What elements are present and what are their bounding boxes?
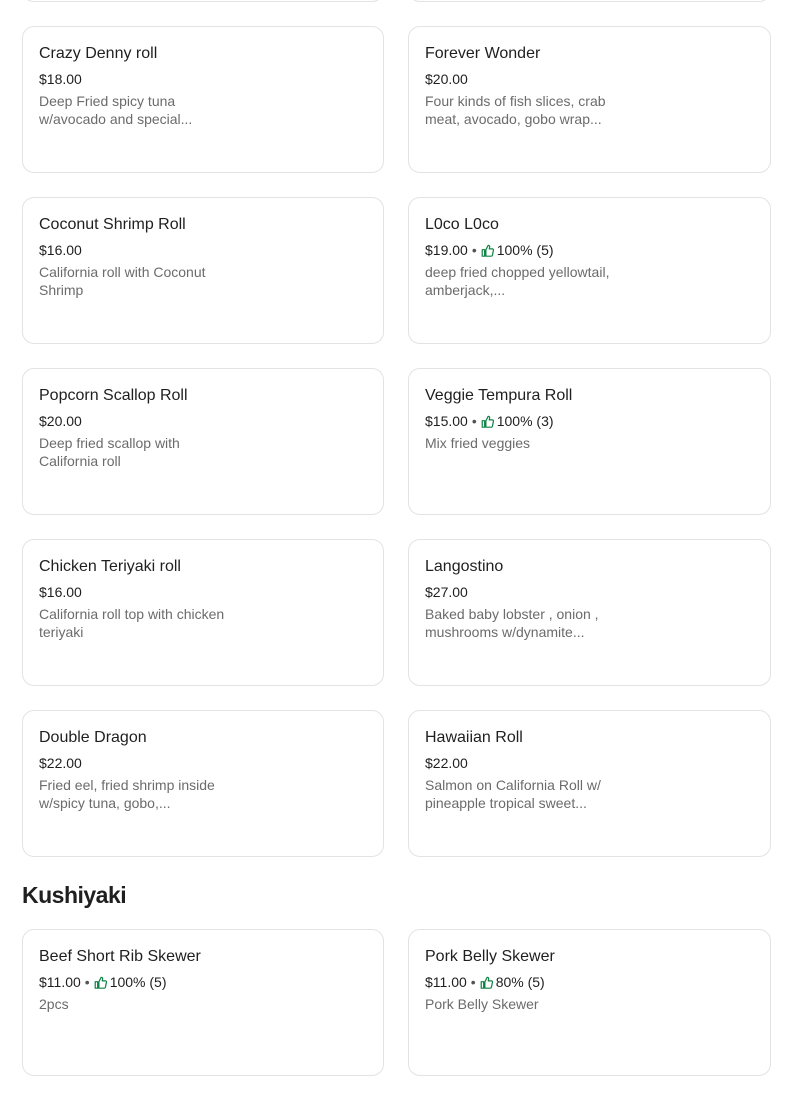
item-price: $16.00 <box>39 584 82 600</box>
item-name: L0co L0co <box>425 216 499 233</box>
meta-separator: • <box>470 974 476 990</box>
menu-item-card[interactable]: Forever Wonder $20.00 Four kinds of fish s… <box>408 26 771 173</box>
item-name: Hawaiian Roll <box>425 729 523 746</box>
item-rating: 100% (3) <box>496 413 554 429</box>
item-meta: $15.00 • 100% (3) <box>425 412 754 430</box>
item-description: California roll top with chicken teriyak… <box>39 606 225 640</box>
item-description: Four kinds of fish slices, crab meat, av… <box>425 93 606 127</box>
item-meta: $16.00 <box>39 241 367 259</box>
item-price: $11.00 <box>39 974 81 990</box>
partial-card-top-left[interactable] <box>22 0 384 2</box>
menu-item-card[interactable]: Beef Short Rib Skewer $11.00 • 100% (5) 2pcs <box>22 929 384 1076</box>
meta-separator: • <box>471 242 477 258</box>
item-description: Pork Belly Skewer <box>425 996 539 1012</box>
menu-item-card[interactable]: Popcorn Scallop Roll $20.00 Deep fried sca… <box>22 368 384 515</box>
item-meta: $16.00 <box>39 583 367 601</box>
item-meta: $20.00 <box>425 70 754 88</box>
partial-card-top-right[interactable] <box>408 0 771 2</box>
item-price: $16.00 <box>39 242 82 258</box>
item-price: $22.00 <box>39 755 82 771</box>
item-description: Fried eel, fried shrimp inside w/spicy t… <box>39 777 215 811</box>
item-name: Popcorn Scallop Roll <box>39 387 188 404</box>
item-description: Deep Fried spicy tuna w/avocado and spec… <box>39 93 193 127</box>
item-description: Deep fried scallop with California roll <box>39 435 180 469</box>
item-price: $15.00 <box>425 413 468 429</box>
thumbs-up-icon <box>94 976 107 989</box>
item-rating: 100% (5) <box>496 242 554 258</box>
thumbs-up-icon <box>481 415 494 428</box>
item-name: Langostino <box>425 558 504 575</box>
item-rating: 100% (5) <box>109 974 167 990</box>
item-name: Pork Belly Skewer <box>425 948 555 965</box>
item-name: Veggie Tempura Roll <box>425 387 573 404</box>
item-meta: $22.00 <box>39 754 367 772</box>
item-name: Chicken Teriyaki roll <box>39 558 181 575</box>
item-meta: $20.00 <box>39 412 367 430</box>
item-name: Double Dragon <box>39 729 147 746</box>
item-price: $22.00 <box>425 755 468 771</box>
item-meta: $11.00 • 100% (5) <box>39 973 367 991</box>
item-description: 2pcs <box>39 996 69 1012</box>
menu-item-card[interactable]: Pork Belly Skewer $11.00 • 80% (5) Pork Bell… <box>408 929 771 1076</box>
item-name: Coconut Shrimp Roll <box>39 216 186 233</box>
section-title-kushiyaki: Kushiyaki <box>22 882 127 908</box>
item-rating: 80% (5) <box>495 974 545 990</box>
menu-item-card[interactable]: Crazy Denny roll $18.00 Deep Fried spicy t… <box>22 26 384 173</box>
thumbs-up-icon <box>481 244 494 257</box>
menu-item-card[interactable]: Coconut Shrimp Roll $16.00 California roll… <box>22 197 384 344</box>
item-name: Crazy Denny roll <box>39 45 158 62</box>
item-description: deep fried chopped yellowtail, amberjack… <box>425 264 610 298</box>
menu-item-card[interactable]: L0co L0co $19.00 • 100% (5) deep fried chopp… <box>408 197 771 344</box>
menu-item-card[interactable]: Veggie Tempura Roll $15.00 • 100% (3) Mix fr… <box>408 368 771 515</box>
item-name: Beef Short Rib Skewer <box>39 948 201 965</box>
menu-item-card[interactable]: Langostino $27.00 Baked baby lobster , oni… <box>408 539 771 686</box>
meta-separator: • <box>84 974 90 990</box>
item-meta: $18.00 <box>39 70 367 88</box>
item-price: $20.00 <box>425 71 468 87</box>
item-description: Baked baby lobster , onion , mushrooms w… <box>425 606 599 640</box>
item-price: $11.00 <box>425 974 467 990</box>
meta-separator: • <box>471 413 477 429</box>
item-meta: $11.00 • 80% (5) <box>425 973 754 991</box>
item-price: $19.00 <box>425 242 468 258</box>
menu-item-card[interactable]: Hawaiian Roll $22.00 Salmon on California … <box>408 710 771 857</box>
item-description: Mix fried veggies <box>425 435 531 451</box>
item-price: $20.00 <box>39 413 82 429</box>
menu-item-card[interactable]: Double Dragon $22.00 Fried eel, fried shri… <box>22 710 384 857</box>
item-description: Salmon on California Roll w/ pineapple t… <box>425 777 601 811</box>
menu-item-card[interactable]: Chicken Teriyaki roll $16.00 California ro… <box>22 539 384 686</box>
item-price: $18.00 <box>39 71 82 87</box>
item-meta: $22.00 <box>425 754 754 772</box>
item-meta: $19.00 • 100% (5) <box>425 241 754 259</box>
item-name: Forever Wonder <box>425 45 541 62</box>
thumbs-up-icon <box>480 976 493 989</box>
item-description: California roll with Coconut Shrimp <box>39 264 206 298</box>
item-meta: $27.00 <box>425 583 754 601</box>
item-price: $27.00 <box>425 584 468 600</box>
